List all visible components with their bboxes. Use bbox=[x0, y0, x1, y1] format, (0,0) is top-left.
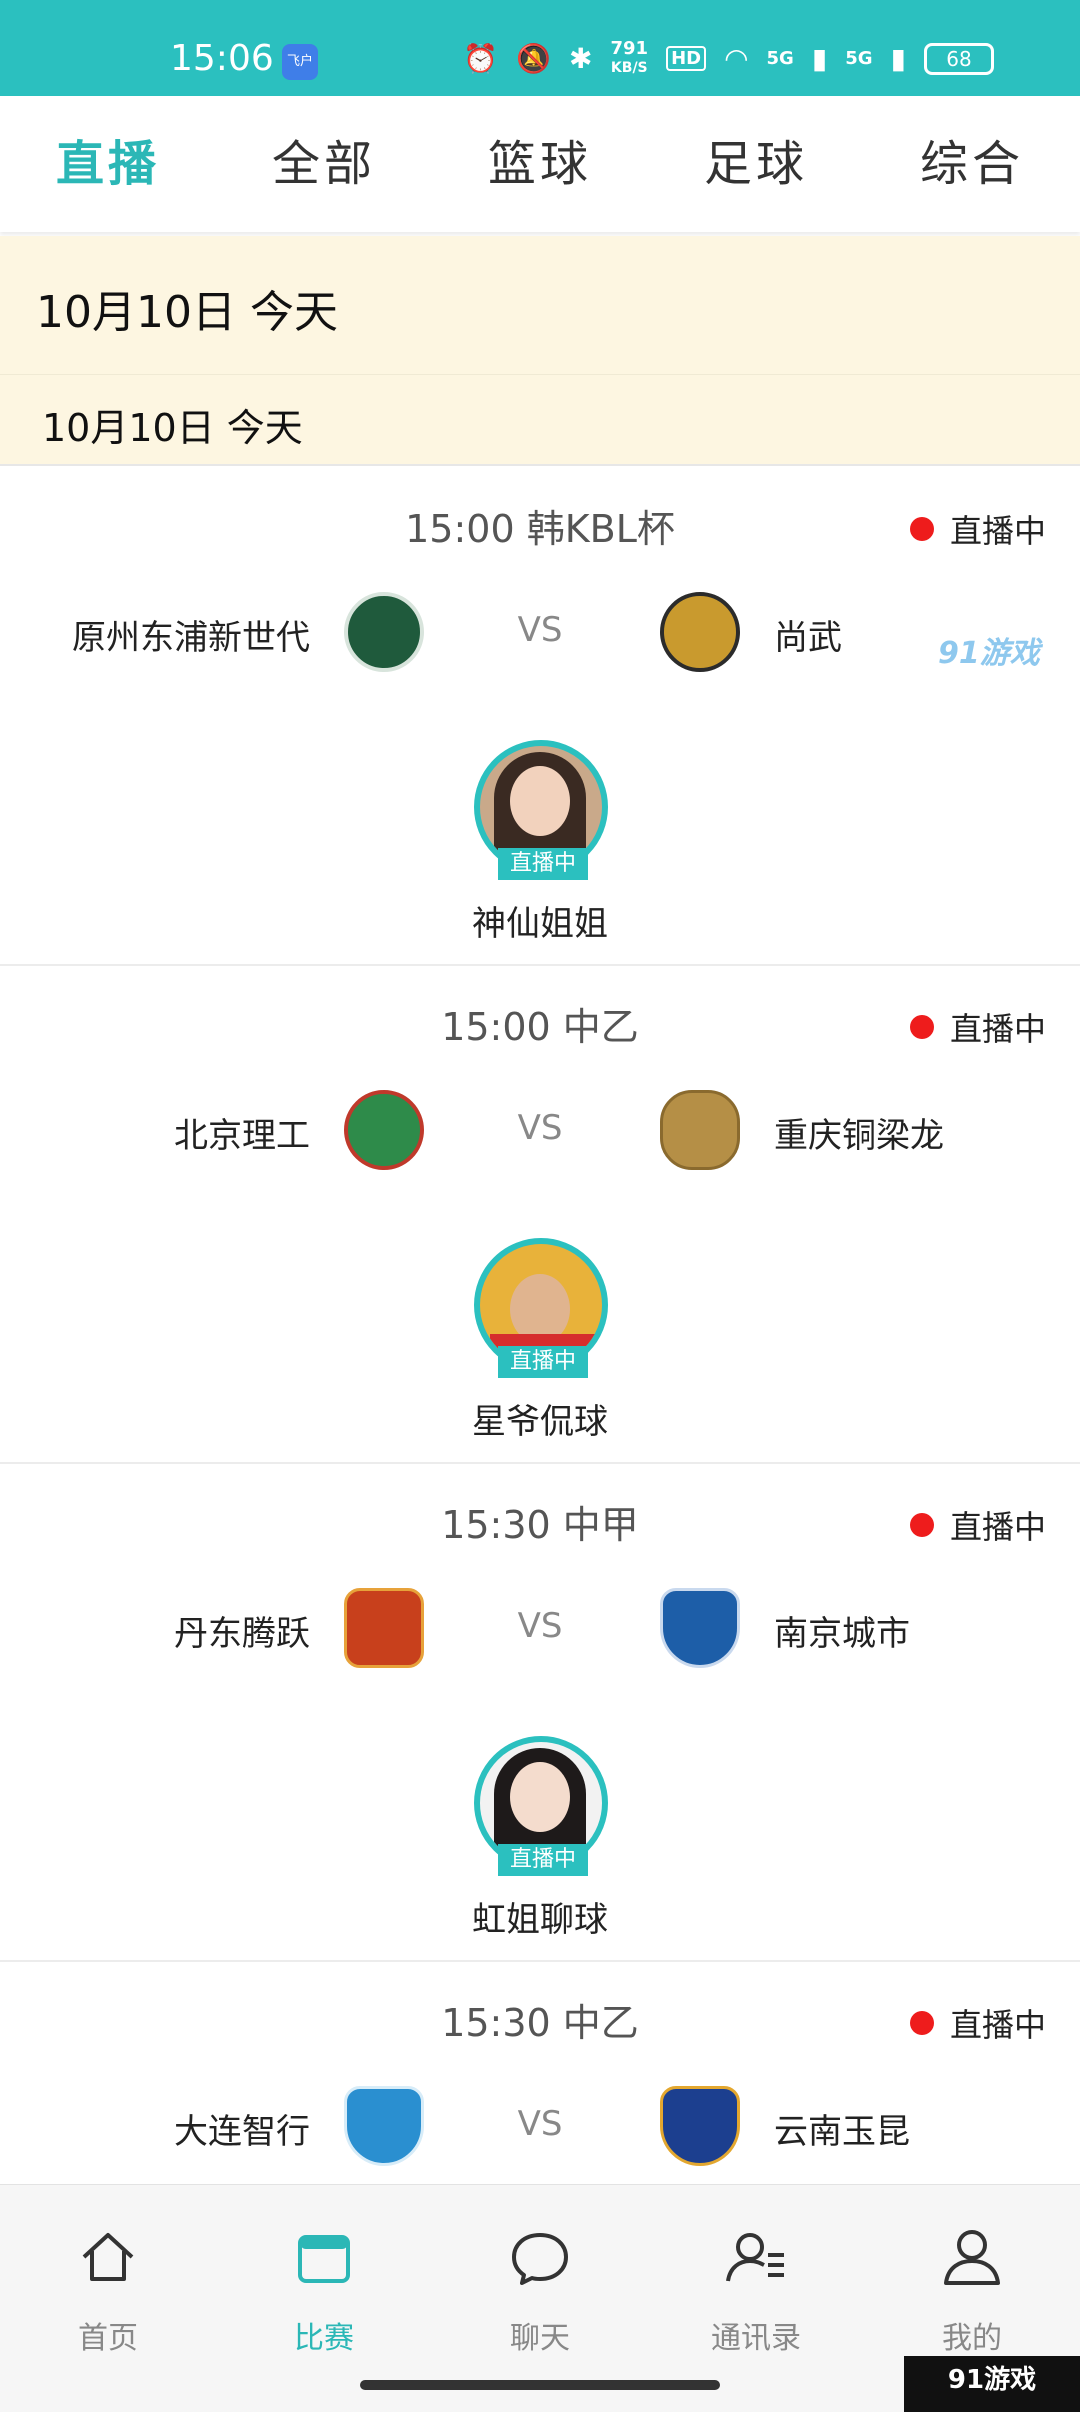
bluetooth-icon: ✱ bbox=[569, 42, 593, 75]
streamer-live-badge: 直播中 bbox=[498, 1844, 588, 1876]
chat-icon bbox=[512, 2233, 568, 2285]
match-card[interactable]: 15:30 中甲 直播中 丹东腾跃 VS 南京城市 直播中 虹姐聊球 bbox=[0, 1464, 1080, 1962]
avatar-face bbox=[510, 766, 570, 836]
streamer-name[interactable]: 虹姐聊球 bbox=[0, 1892, 1080, 1941]
streamer-name[interactable]: 星爷侃球 bbox=[0, 1394, 1080, 1443]
wifi-icon: ◠ bbox=[724, 42, 749, 75]
live-status-label: 直播中 bbox=[949, 1010, 1046, 1048]
speed-value: 791 bbox=[610, 38, 649, 59]
streamer-live-badge: 直播中 bbox=[498, 1346, 588, 1378]
signal-5g-2: 5G bbox=[845, 48, 873, 69]
signal-bars-icon: ▮ bbox=[811, 42, 828, 75]
tab-live[interactable]: 直播 bbox=[0, 96, 216, 232]
hd-icon: HD bbox=[666, 46, 707, 71]
nav-home-label: 首页 bbox=[78, 2321, 138, 2356]
live-dot-icon bbox=[909, 1513, 934, 1537]
match-card[interactable]: 15:30 中乙 直播中 大连智行 VS 云南玉昆 bbox=[0, 1962, 1080, 2184]
watermark-text: 91游戏 bbox=[938, 636, 1040, 671]
match-card[interactable]: 15:00 中乙 直播中 北京理工 VS 重庆铜梁龙 直播中 星爷侃球 bbox=[0, 966, 1080, 1464]
battery-icon: 68 bbox=[924, 42, 994, 75]
app-notification-icon: 飞户 bbox=[282, 44, 318, 80]
signal-5g-1: 5G bbox=[766, 48, 794, 69]
away-team-name: 云南玉昆 bbox=[774, 2112, 910, 2152]
alarm-icon: ⏰ bbox=[463, 42, 499, 75]
live-dot-icon bbox=[909, 1015, 934, 1039]
speed-unit: KB/S bbox=[610, 60, 648, 76]
live-status-label: 直播中 bbox=[949, 1508, 1046, 1546]
calendar-icon bbox=[298, 2235, 350, 2283]
away-team-logo-icon bbox=[660, 2086, 740, 2166]
nav-chat-label: 聊天 bbox=[510, 2321, 570, 2356]
match-card[interactable]: 15:00 韩KBL杯 直播中 原州东浦新世代 VS 尚武 直播中 神仙姐姐 bbox=[0, 468, 1080, 966]
away-team-logo-icon bbox=[660, 592, 740, 672]
away-team-logo-icon bbox=[660, 1090, 740, 1170]
streamer-live-badge: 直播中 bbox=[498, 848, 588, 880]
status-icons: ⏰ 🔕 ✱ 791 KB/S HD ◠ 5G ▮ 5G ▮ 68 bbox=[463, 40, 994, 77]
tab-football[interactable]: 足球 bbox=[648, 96, 864, 232]
away-team-name: 尚武 bbox=[774, 618, 842, 658]
away-team-name: 南京城市 bbox=[774, 1614, 910, 1654]
nav-matches-label: 比赛 bbox=[294, 2321, 354, 2356]
live-status-label: 直播中 bbox=[949, 512, 1046, 550]
streamer-name[interactable]: 神仙姐姐 bbox=[0, 896, 1080, 945]
live-dot-icon bbox=[909, 517, 934, 541]
live-status: 直播中 bbox=[909, 1502, 1046, 1548]
contacts-icon bbox=[726, 2233, 784, 2282]
nav-home[interactable]: 首页 bbox=[0, 2185, 216, 2412]
live-status: 直播中 bbox=[909, 506, 1046, 552]
date-header-text: 10月10日 今天 bbox=[36, 287, 338, 338]
corner-watermark: 91游戏 bbox=[904, 2356, 1080, 2412]
vs-label: VS bbox=[517, 610, 563, 650]
live-status: 直播中 bbox=[909, 1004, 1046, 1050]
away-team-name: 重庆铜梁龙 bbox=[774, 1116, 944, 1156]
date-sub-header-text: 10月10日 今天 bbox=[42, 406, 303, 450]
vs-label: VS bbox=[517, 1606, 563, 1646]
nav-matches[interactable]: 比赛 bbox=[216, 2185, 432, 2412]
profile-icon bbox=[944, 2230, 1000, 2285]
status-time: 15:06 bbox=[170, 38, 274, 79]
date-sub-header: 10月10日 今天 bbox=[0, 374, 1080, 466]
live-status: 直播中 bbox=[909, 2000, 1046, 2046]
tab-basketball[interactable]: 篮球 bbox=[432, 96, 648, 232]
home-icon bbox=[82, 2233, 134, 2281]
tab-comprehensive[interactable]: 综合 bbox=[864, 96, 1080, 232]
mute-icon: 🔕 bbox=[516, 42, 552, 75]
avatar-face bbox=[510, 1762, 570, 1832]
live-dot-icon bbox=[909, 2011, 934, 2035]
nav-contacts[interactable]: 通讯录 bbox=[648, 2185, 864, 2412]
network-speed: 791 KB/S bbox=[611, 40, 649, 77]
tab-all[interactable]: 全部 bbox=[216, 96, 432, 232]
status-bar: 15:06 飞户 ⏰ 🔕 ✱ 791 KB/S HD ◠ 5G ▮ 5G ▮ 6… bbox=[0, 0, 1080, 96]
date-header: 10月10日 今天 bbox=[0, 236, 1080, 374]
nav-chat[interactable]: 聊天 bbox=[432, 2185, 648, 2412]
live-status-label: 直播中 bbox=[949, 2006, 1046, 2044]
vs-label: VS bbox=[517, 2104, 563, 2144]
nav-contacts-label: 通讯录 bbox=[711, 2321, 801, 2356]
category-tabs: 直播 全部 篮球 足球 综合 bbox=[0, 96, 1080, 232]
nav-profile-label: 我的 bbox=[942, 2321, 1002, 2356]
home-indicator[interactable] bbox=[360, 2380, 720, 2390]
away-team-logo-icon bbox=[660, 1588, 740, 1668]
signal-bars-icon-2: ▮ bbox=[890, 42, 906, 75]
